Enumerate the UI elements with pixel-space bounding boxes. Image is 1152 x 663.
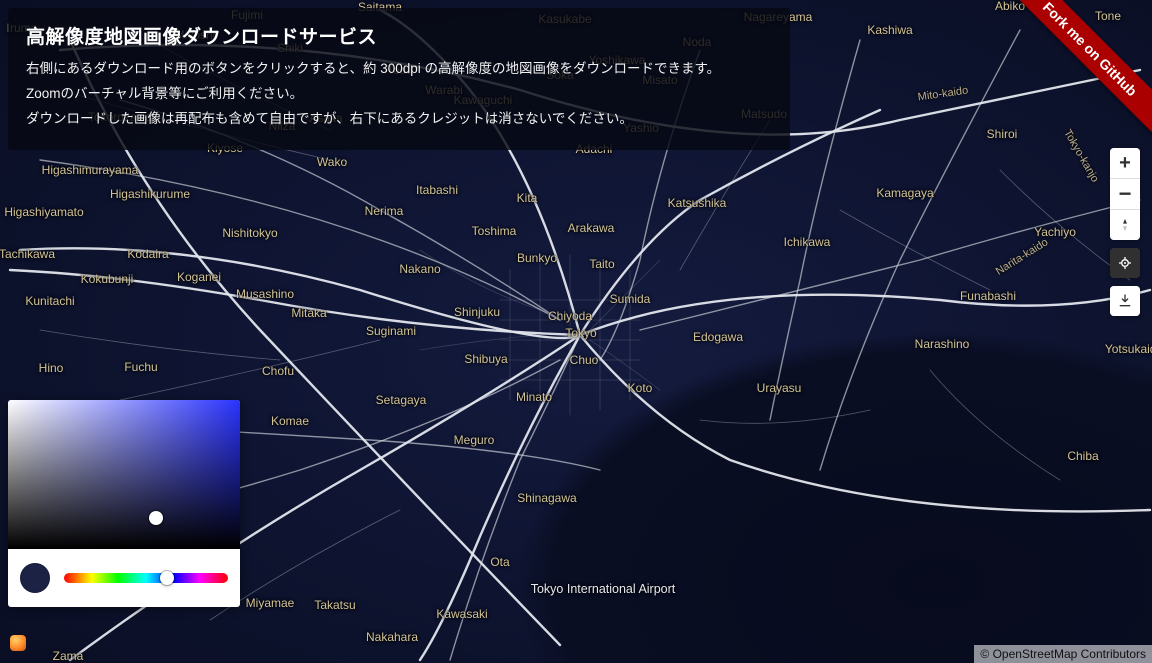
current-color-swatch (20, 563, 50, 593)
color-picker (8, 400, 240, 607)
crosshair-icon (1117, 255, 1133, 271)
info-panel: 高解像度地図画像ダウンロードサービス 右側にあるダウンロード用のボタンをクリック… (8, 8, 790, 150)
hue-thumb[interactable] (160, 571, 174, 585)
download-icon (1117, 293, 1133, 309)
geolocate-control-group (1110, 248, 1140, 278)
panel-line-2: Zoomのバーチャル背景等にご利用ください。 (26, 84, 772, 105)
zoom-control-group: + − (1110, 148, 1140, 240)
map-controls: + − (1110, 148, 1140, 316)
download-control-group (1110, 286, 1140, 316)
reset-bearing-button[interactable] (1110, 210, 1140, 240)
download-button[interactable] (1110, 286, 1140, 316)
panel-title: 高解像度地図画像ダウンロードサービス (26, 22, 772, 49)
sv-thumb[interactable] (149, 511, 163, 525)
compass-icon (1117, 217, 1133, 233)
map-attribution[interactable]: © OpenStreetMap Contributors (974, 645, 1152, 663)
saturation-value-field[interactable] (8, 400, 240, 549)
panel-line-3: ダウンロードした画像は再配布も含めて自由ですが、右下にあるクレジットは消さないで… (26, 109, 772, 130)
sv-val-layer (8, 400, 240, 549)
hue-slider[interactable] (64, 573, 228, 583)
zoom-in-button[interactable]: + (1110, 148, 1140, 179)
panel-line-1: 右側にあるダウンロード用のボタンをクリックすると、約 300dpi の高解像度の… (26, 59, 772, 80)
provider-logo[interactable] (10, 635, 26, 651)
geolocate-button[interactable] (1110, 248, 1140, 278)
zoom-out-button[interactable]: − (1110, 179, 1140, 210)
